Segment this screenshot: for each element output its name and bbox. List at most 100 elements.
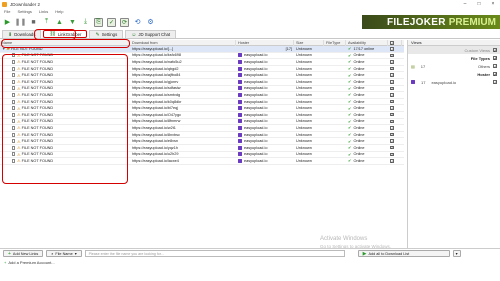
easyupload-host-icon <box>238 132 242 137</box>
add-new-links-button[interactable]: + Add New Links <box>3 250 44 257</box>
link-filetype <box>324 151 346 158</box>
easyupload-host-icon <box>238 152 242 157</box>
filetype-others-checkbox[interactable] <box>493 64 497 70</box>
link-url: https://easyupload.io/lacxe4 <box>132 158 179 163</box>
link-checkbox[interactable] <box>390 93 394 97</box>
link-checkbox[interactable] <box>390 152 394 156</box>
header-checkbox[interactable] <box>390 41 394 45</box>
title-bar: JDownloader 2 – □ × <box>0 0 500 8</box>
play-icon: ▶ <box>362 250 367 257</box>
menu-help[interactable]: Help <box>55 9 63 14</box>
online-icon: ✔ <box>348 72 352 78</box>
add-all-to-download-button[interactable]: ▶ Add all to Download List <box>357 250 450 257</box>
online-icon: ✔ <box>348 105 352 111</box>
link-url: https://easyupload.io/gjonrv <box>132 79 179 84</box>
tab-settings[interactable]: ✎ Settings <box>89 30 124 38</box>
link-checkbox[interactable] <box>390 86 394 91</box>
auto-confirm-icon[interactable]: ✓ <box>107 17 116 27</box>
link-checkbox[interactable] <box>390 119 394 124</box>
clipboard-observer-icon[interactable]: ⎘ <box>94 17 103 27</box>
settings-shortcut-icon[interactable]: ⚙ <box>146 18 155 27</box>
online-icon: ✔ <box>348 145 352 151</box>
link-checkbox[interactable] <box>390 60 394 64</box>
link-url: https://easyupload.io/sdfasiw <box>132 86 181 91</box>
menu-bar: File Settings Links Help <box>0 8 500 15</box>
link-checkbox[interactable] <box>390 126 394 130</box>
link-checkbox[interactable] <box>390 139 394 143</box>
link-checkbox[interactable] <box>390 66 394 71</box>
link-checkbox[interactable] <box>390 53 394 58</box>
easyupload-host-icon <box>238 92 242 97</box>
maximize-button[interactable]: □ <box>472 1 486 7</box>
link-checkbox[interactable] <box>390 113 394 117</box>
move-top-icon[interactable]: ⤒ <box>42 18 51 27</box>
custom-views-row[interactable]: Custom Views <box>408 46 500 54</box>
link-filetype <box>324 65 346 72</box>
pause-icon[interactable]: ❚❚ <box>15 18 27 27</box>
add-premium-account-link[interactable]: Add a Premium Account... <box>8 260 54 265</box>
premium-banner[interactable]: FILEJOKER PREMIUM <box>362 15 500 29</box>
link-filetype <box>324 92 346 99</box>
easyupload-host-icon <box>238 139 242 144</box>
hoster-easyupload-row[interactable]: 17 easyupload.io <box>408 78 500 86</box>
filetype-checkbox[interactable] <box>493 56 497 62</box>
menu-file[interactable]: File <box>4 9 10 14</box>
link-checkbox[interactable] <box>390 146 394 150</box>
move-bottom-icon[interactable]: ⤓ <box>81 18 90 27</box>
link-size: Unknown <box>296 119 312 124</box>
online-icon: ✔ <box>348 132 352 138</box>
link-hoster: easyupload.io <box>244 119 268 124</box>
link-size: Unknown <box>296 86 312 91</box>
package-size: Unknown <box>296 46 312 51</box>
easyupload-host-icon <box>411 80 415 84</box>
online-icon: ✔ <box>348 79 352 85</box>
filter-dropdown[interactable]: ⌕ File Name ▾ <box>46 250 82 257</box>
tab-settings-label: Settings <box>101 32 118 37</box>
filter-input[interactable]: Please enter the file name you are looki… <box>84 250 345 257</box>
link-checkbox[interactable] <box>390 132 394 137</box>
link-size: Unknown <box>296 99 312 104</box>
stop-icon[interactable]: ■ <box>29 18 38 27</box>
link-hoster: easyupload.io <box>244 66 268 71</box>
start-downloads-icon[interactable]: ▶ <box>3 18 12 27</box>
reconnect-icon[interactable]: ⟳ <box>120 17 129 27</box>
link-checkbox[interactable] <box>390 106 394 110</box>
custom-views-label: Custom Views <box>464 47 491 53</box>
filetype-others-row[interactable]: ▤ 17 Others <box>408 62 500 70</box>
link-checkbox[interactable] <box>390 159 394 163</box>
online-icon: ✔ <box>348 52 352 58</box>
link-checkbox[interactable] <box>390 80 394 84</box>
link-checkbox[interactable] <box>390 99 394 104</box>
move-up-icon[interactable]: ▲ <box>55 18 64 27</box>
download-options-button[interactable]: ▾ <box>452 250 461 257</box>
link-hoster: easyupload.io <box>244 53 268 58</box>
menu-links[interactable]: Links <box>39 9 48 14</box>
views-panel: Views Custom Views File Types ▤ 17 Other… <box>407 40 500 248</box>
easyupload-host-icon <box>238 145 242 150</box>
link-size: Unknown <box>296 152 312 157</box>
annotation-ring-header <box>1 39 130 48</box>
link-filetype <box>324 59 346 66</box>
update-icon[interactable]: ⟲ <box>133 18 142 27</box>
hoster-easyupload-checkbox[interactable] <box>493 80 497 86</box>
package-checkbox[interactable] <box>390 47 394 51</box>
link-availability: Online <box>353 106 365 111</box>
logo-brand: FILEJOKER <box>386 16 446 28</box>
link-filetype <box>324 131 346 138</box>
link-url: https://easyupload.io/bl7eqj <box>132 106 179 111</box>
link-checkbox[interactable] <box>390 73 394 77</box>
link-url: https://easyupload.io/ksfc698 <box>132 53 181 58</box>
link-filetype <box>324 144 346 151</box>
annotation-ring-rows <box>2 54 128 184</box>
hoster-checkbox[interactable] <box>493 72 497 78</box>
link-size: Unknown <box>296 139 312 144</box>
link-availability: Online <box>353 139 365 144</box>
move-down-icon[interactable]: ▼ <box>68 18 77 27</box>
minimize-button[interactable]: – <box>458 1 472 7</box>
custom-views-checkbox[interactable] <box>493 48 497 54</box>
menu-settings[interactable]: Settings <box>17 9 31 14</box>
search-icon: ⌕ <box>51 251 54 256</box>
tab-support-chat[interactable]: ☺ JD Support Chat <box>125 30 177 38</box>
easyupload-host-icon <box>238 79 242 84</box>
close-button[interactable]: × <box>486 1 500 7</box>
